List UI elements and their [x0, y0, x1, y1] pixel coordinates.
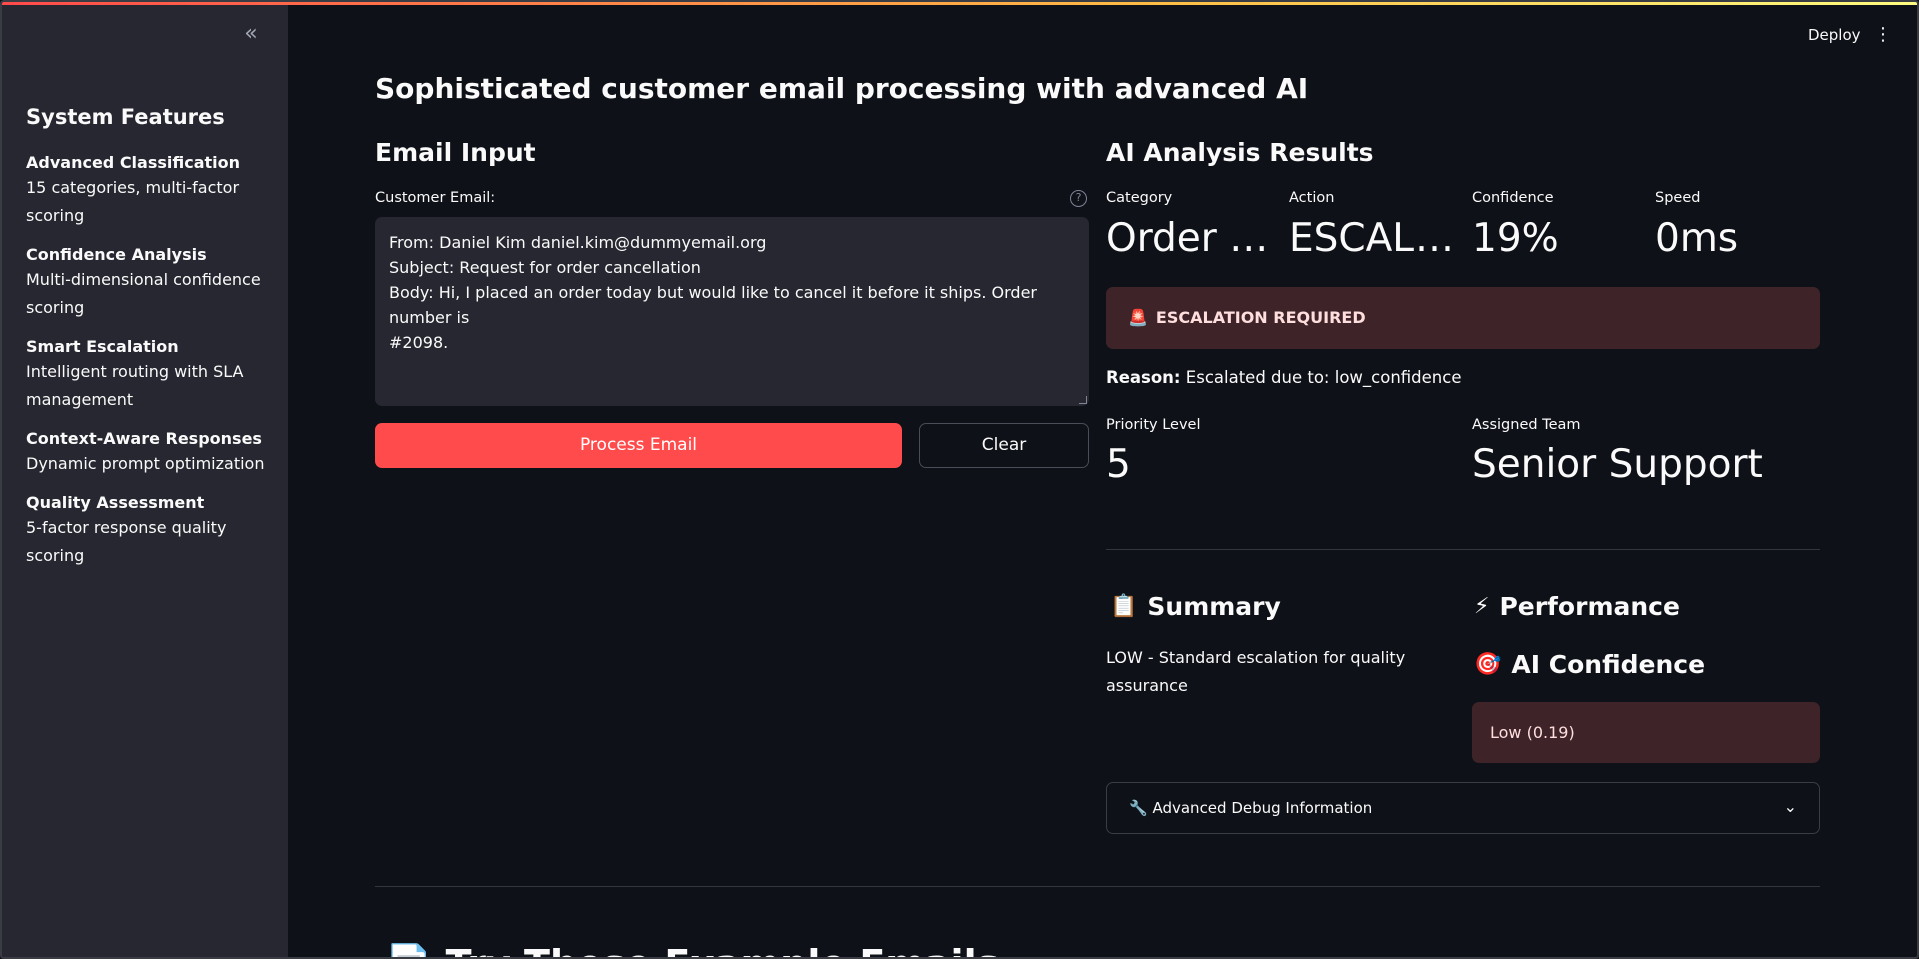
process-email-button[interactable]: Process Email [375, 423, 902, 468]
email-line: Body: Hi, I placed an order today but wo… [389, 283, 1037, 327]
feature-item: Smart Escalation Intelligent routing wit… [26, 336, 276, 414]
app-window: « System Features Advanced Classificatio… [0, 0, 1919, 959]
metric-category-label: Category [1106, 190, 1173, 206]
feature-description: Dynamic prompt optimization [26, 454, 265, 473]
email-input-heading: Email Input [375, 138, 536, 167]
advanced-debug-expander[interactable]: 🔧 Advanced Debug Information ⌄ [1106, 782, 1820, 834]
wrench-icon: 🔧 [1129, 799, 1148, 817]
clipboard-icon: 📋 [1110, 594, 1138, 619]
feature-item: Confidence Analysis Multi-dimensional co… [26, 244, 276, 322]
feature-name: Quality Assessment [26, 493, 205, 512]
lightning-icon: ⚡ [1474, 594, 1490, 619]
resize-handle[interactable] [1079, 396, 1087, 404]
feature-item: Quality Assessment 5-factor response qua… [26, 492, 276, 570]
feature-description: Intelligent routing with SLA management [26, 362, 244, 409]
chevron-down-icon[interactable]: ⌄ [1784, 797, 1797, 816]
target-icon: 🎯 [1474, 652, 1502, 677]
collapse-sidebar-icon[interactable]: « [240, 23, 262, 46]
feature-description: 5-factor response quality scoring [26, 518, 227, 565]
escalation-reason: Reason: Escalated due to: low_confidence [1106, 368, 1461, 387]
metric-speed-label: Speed [1655, 190, 1701, 206]
metric-action-value: ESCALA… [1289, 216, 1459, 261]
feature-list: Advanced Classification 15 categories, m… [26, 152, 276, 584]
main-menu-icon[interactable]: ⋮ [1874, 26, 1892, 46]
performance-heading: ⚡ Performance [1474, 592, 1680, 621]
feature-name: Smart Escalation [26, 337, 179, 356]
email-line: #2098. [389, 333, 449, 352]
feature-name: Advanced Classification [26, 153, 241, 172]
metric-confidence-value: 19% [1472, 216, 1559, 261]
priority-label: Priority Level [1106, 417, 1201, 433]
assigned-team-value: Senior Support [1472, 442, 1763, 487]
email-line: Subject: Request for order cancellation [389, 258, 701, 277]
summary-text: LOW - Standard escalation for quality as… [1106, 648, 1406, 695]
alert-text: ESCALATION REQUIRED [1155, 308, 1366, 327]
siren-icon: 🚨 [1128, 308, 1148, 327]
debug-label-text: Advanced Debug Information [1152, 799, 1373, 817]
top-decoration-bar [2, 2, 1917, 5]
feature-description: Multi-dimensional confidence scoring [26, 270, 261, 317]
deploy-button[interactable]: Deploy [1808, 26, 1861, 44]
metric-action-label: Action [1289, 190, 1335, 206]
feature-name: Context-Aware Responses [26, 429, 262, 448]
examples-heading: 📄 Try These Example Emails [385, 942, 1000, 957]
metric-category-value: Order S… [1106, 216, 1276, 261]
metric-speed-value: 0ms [1655, 216, 1739, 261]
page-title: Sophisticated customer email processing … [375, 72, 1309, 105]
section-divider [375, 886, 1820, 887]
feature-name: Confidence Analysis [26, 245, 207, 264]
escalation-alert: 🚨 ESCALATION REQUIRED [1106, 287, 1820, 349]
sidebar: « System Features Advanced Classificatio… [2, 2, 288, 957]
ai-confidence-heading: 🎯 AI Confidence [1474, 650, 1705, 679]
ai-confidence-heading-text: AI Confidence [1511, 650, 1706, 679]
ai-confidence-box: Low (0.19) [1472, 702, 1820, 763]
priority-value: 5 [1106, 442, 1131, 487]
document-icon: 📄 [385, 942, 432, 957]
examples-heading-text: Try These Example Emails [446, 942, 1000, 957]
divider [1106, 549, 1820, 550]
reason-text: Escalated due to: low_confidence [1185, 368, 1462, 387]
assigned-team-label: Assigned Team [1472, 417, 1581, 433]
reason-label: Reason: [1106, 368, 1181, 387]
performance-heading-text: Performance [1499, 592, 1680, 621]
feature-item: Advanced Classification 15 categories, m… [26, 152, 276, 230]
feature-item: Context-Aware Responses Dynamic prompt o… [26, 428, 276, 478]
metric-confidence-label: Confidence [1472, 190, 1554, 206]
feature-description: 15 categories, multi-factor scoring [26, 178, 240, 225]
summary-heading: 📋 Summary [1110, 592, 1281, 621]
customer-email-label: Customer Email: [375, 190, 496, 206]
customer-email-textarea[interactable]: From: Daniel Kim daniel.kim@dummyemail.o… [375, 217, 1089, 406]
results-heading: AI Analysis Results [1106, 138, 1374, 167]
help-icon[interactable]: ? [1070, 190, 1087, 207]
sidebar-title: System Features [26, 105, 225, 129]
summary-heading-text: Summary [1147, 592, 1281, 621]
clear-button[interactable]: Clear [919, 423, 1089, 468]
debug-label: 🔧 Advanced Debug Information [1129, 799, 1372, 817]
email-line: From: Daniel Kim daniel.kim@dummyemail.o… [389, 233, 767, 252]
